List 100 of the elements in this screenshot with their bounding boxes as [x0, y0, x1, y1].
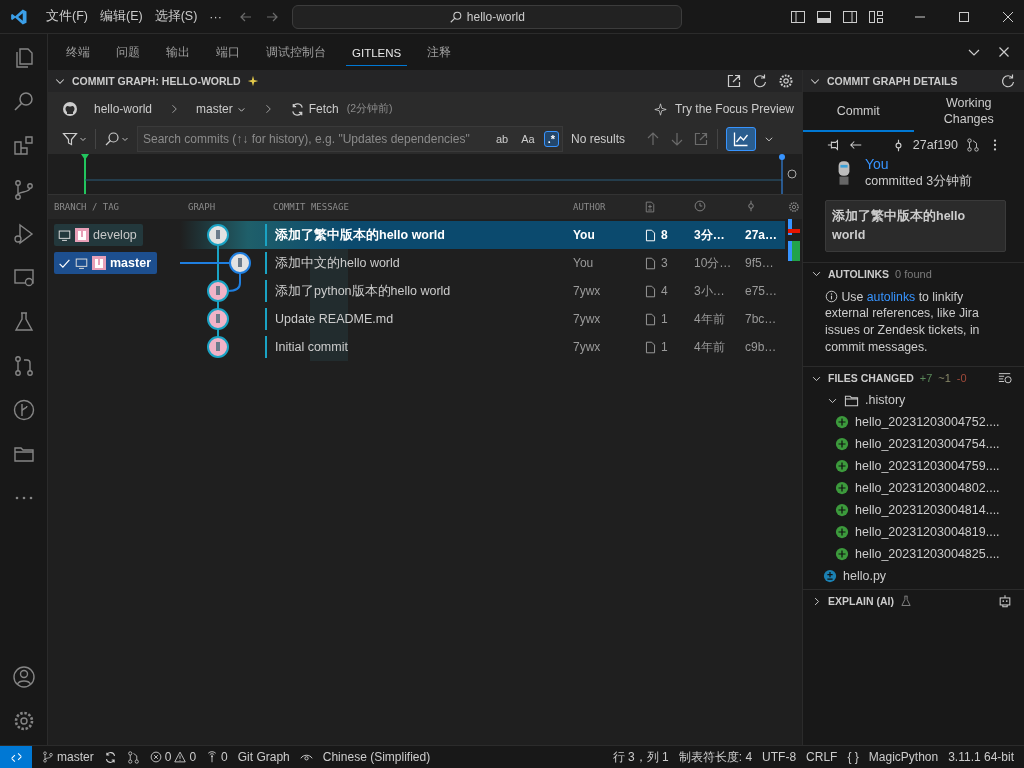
file-name[interactable]: hello.py: [843, 569, 887, 584]
column-header[interactable]: BRANCH / TAG: [48, 202, 180, 212]
file-changes-icon[interactable]: [644, 201, 656, 213]
line-ending-status[interactable]: CRLF: [806, 750, 838, 764]
problems-status[interactable]: 0 0: [149, 750, 197, 764]
author-link[interactable]: You: [865, 156, 973, 172]
focus-preview-link[interactable]: Try the Focus Preview: [675, 102, 794, 116]
files-count: 4: [661, 284, 668, 298]
remote-icon: [9, 750, 23, 764]
time-cell-text: 4年前: [693, 338, 726, 356]
refresh-icon[interactable]: [752, 73, 768, 89]
panel-toggle-icon[interactable]: [816, 8, 832, 25]
caret-icon: [79, 135, 87, 143]
sidebar-toggle-icon[interactable]: [790, 8, 806, 25]
flask-icon: [899, 595, 912, 608]
antenna-icon: [206, 751, 219, 763]
sync-icon: [289, 101, 305, 117]
search-option-toggle[interactable]: .*: [543, 131, 559, 147]
menu-item[interactable]: 编辑(E): [93, 8, 149, 25]
fetch-button[interactable]: Fetch: [289, 101, 339, 117]
menu-item[interactable]: 文件(F): [40, 8, 94, 25]
branch-dropdown[interactable]: master: [196, 102, 246, 116]
minimap-toggle-button[interactable]: [726, 127, 757, 151]
commit-icon[interactable]: [745, 199, 757, 212]
compare-icon[interactable]: [126, 750, 140, 764]
pin-icon[interactable]: [827, 138, 841, 152]
column-header[interactable]: COMMIT MESSAGE: [265, 202, 565, 212]
layout-icon[interactable]: [868, 8, 884, 25]
branch-label[interactable]: master: [54, 252, 157, 274]
ports-status[interactable]: 0: [206, 750, 228, 764]
filter-dropdown[interactable]: [62, 131, 87, 147]
folder-name[interactable]: .history: [865, 393, 906, 408]
files-count: 3: [661, 256, 668, 270]
commit-message: 添加了繁中版本的hello world: [265, 224, 565, 246]
back-arrow-icon[interactable]: [849, 138, 863, 152]
chevron-down-icon[interactable]: [764, 134, 775, 144]
panel-tab[interactable]: 终端: [60, 37, 96, 67]
file-name[interactable]: hello_20231203004814....: [855, 503, 1000, 518]
branch-label[interactable]: develop: [54, 224, 143, 246]
more-menu[interactable]: ···: [203, 9, 228, 24]
commit-sha[interactable]: 27af190: [912, 138, 958, 152]
time-cell-text: 3分…: [693, 226, 726, 244]
file-name[interactable]: hello_20231203004825....: [855, 547, 1000, 562]
column-header[interactable]: GRAPH: [180, 202, 265, 212]
sha-cell-text: c9b…: [744, 340, 778, 354]
panel-tab[interactable]: GITLENS: [346, 38, 408, 66]
modified-count: ~1: [938, 372, 951, 385]
search-option-toggle[interactable]: ab: [491, 131, 513, 147]
robot-icon[interactable]: [998, 594, 1012, 609]
avatar-icon: [75, 228, 89, 242]
git-graph-button[interactable]: Git Graph: [237, 750, 290, 764]
commit-message: 添加了繁中版本的hello world: [825, 200, 1006, 252]
branch-status[interactable]: master: [42, 750, 94, 764]
command-search-field[interactable]: hello-world: [291, 4, 682, 29]
refresh-icon[interactable]: [1000, 73, 1016, 89]
language-pack-status[interactable]: Chinese (Simplified): [322, 750, 431, 764]
open-external-icon[interactable]: [726, 73, 742, 89]
menu-item[interactable]: 选择(S): [148, 8, 204, 25]
language-mode-status[interactable]: MagicPython: [868, 750, 939, 764]
encoding-status[interactable]: UTF-8: [762, 750, 797, 764]
tab-size-status[interactable]: 制表符长度: 4: [678, 748, 753, 766]
autolink-count: 0 found: [895, 267, 932, 280]
autolinks-link[interactable]: autolinks: [866, 289, 916, 304]
file-name[interactable]: hello_20231203004819....: [855, 525, 1000, 540]
search-icon: [448, 9, 463, 24]
files-count: 1: [661, 340, 668, 354]
file-name[interactable]: hello_20231203004759....: [855, 459, 1000, 474]
fetch-time: (2分钟前): [346, 102, 393, 116]
panel-tab[interactable]: 端口: [210, 37, 246, 67]
monitor-icon: [58, 228, 71, 242]
account-icon[interactable]: [11, 665, 36, 689]
panel-tab[interactable]: 问题: [110, 37, 146, 67]
clock-icon[interactable]: [694, 199, 706, 212]
details-tab[interactable]: Commit: [803, 92, 914, 132]
panel-tab[interactable]: 注释: [421, 37, 458, 67]
branch-circle-icon[interactable]: [11, 398, 36, 422]
file-name[interactable]: hello_20231203004802....: [855, 481, 1000, 496]
panel-tab[interactable]: 调试控制台: [260, 37, 332, 67]
time-cell-text: 4年前: [693, 310, 726, 328]
search-option-toggle[interactable]: Aa: [517, 131, 539, 147]
file-name[interactable]: hello_20231203004752....: [855, 415, 1000, 430]
interpreter-status[interactable]: 3.11.1 64-bit: [948, 750, 1014, 764]
column-header[interactable]: AUTHOR: [565, 202, 636, 212]
search-field[interactable]: Search commits (↑↓ for history), e.g. "Updates dependencies" ab Aa .*: [137, 126, 563, 152]
settings-icon[interactable]: [778, 73, 794, 89]
panel-tab[interactable]: 输出: [160, 37, 196, 67]
search-mode-dropdown[interactable]: [104, 131, 129, 147]
extensions-icon[interactable]: [11, 134, 36, 158]
sync-icon[interactable]: [103, 750, 117, 764]
file-name[interactable]: hello_20231203004754....: [855, 437, 1000, 452]
secondary-sidebar-icon[interactable]: [842, 8, 858, 25]
author-cell-text: 7ywx: [572, 284, 602, 298]
view-options-icon[interactable]: [998, 371, 1012, 386]
author-cell-text: 7ywx: [572, 312, 602, 326]
details-tab[interactable]: Working Changes: [913, 92, 1024, 132]
language-status-icon[interactable]: { }: [847, 750, 859, 764]
compare-icon[interactable]: [966, 138, 980, 152]
scroll-markers-drawing: [788, 219, 800, 263]
repo-link[interactable]: hello-world: [94, 102, 153, 116]
cursor-position[interactable]: 行 3，列 1: [612, 748, 669, 766]
